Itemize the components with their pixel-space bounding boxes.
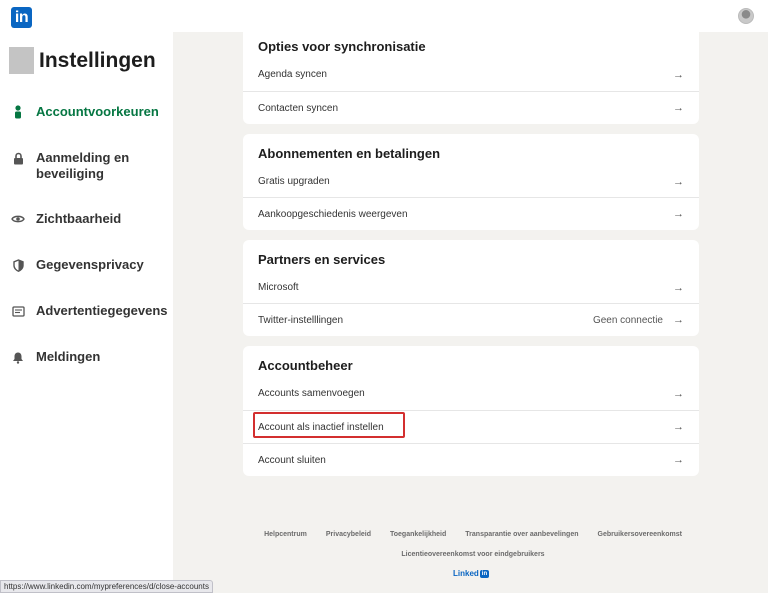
footer-brand-in: in <box>479 569 490 578</box>
highlight-box <box>253 412 405 438</box>
arrow-right-icon: → <box>673 454 684 466</box>
row-agenda-syncen[interactable]: Agenda syncen → <box>243 58 699 91</box>
row-microsoft[interactable]: Microsoft → <box>243 271 699 304</box>
ad-icon <box>10 303 26 319</box>
row-label: Accounts samenvoegen <box>258 388 365 399</box>
section-title: Opties voor synchronisatie <box>258 39 426 54</box>
footer-link-gebruikersovereenkomst[interactable]: Gebruikersovereenkomst <box>598 531 682 538</box>
row-label: Aankoopgeschiedenis weergeven <box>258 208 408 220</box>
footer-link-privacybeleid[interactable]: Privacybeleid <box>326 531 371 538</box>
row-label: Contacten syncen <box>258 102 339 114</box>
footer-link-helpcentrum[interactable]: Helpcentrum <box>264 531 307 538</box>
bell-icon <box>10 349 26 365</box>
sidebar-item-label: Meldingen <box>36 349 101 364</box>
row-label: Agenda syncen <box>258 69 327 80</box>
arrow-right-icon: → <box>673 102 684 114</box>
row-label: Microsoft <box>258 282 299 293</box>
sidebar-item-label: Advertentiegegevens <box>36 303 168 318</box>
row-aankoopgeschiedenis[interactable]: Aankoopgeschiedenis weergeven → <box>243 197 699 230</box>
arrow-right-icon: → <box>673 421 684 433</box>
lock-icon <box>10 150 26 166</box>
shield-icon <box>10 257 26 273</box>
footer-brand-text: Linked <box>453 569 479 578</box>
arrow-right-icon: → <box>673 175 684 188</box>
page-title: Instellingen <box>39 48 156 72</box>
sidebar: Instellingen Accountvoorkeuren Aanmeldin… <box>0 32 173 593</box>
partners-section: Partners en services Microsoft → Twitter… <box>243 240 699 336</box>
row-accounts-samenvoegen[interactable]: Accounts samenvoegen → <box>243 377 699 410</box>
sidebar-item-advertentiegegevens[interactable]: Advertentiegegevens <box>10 303 168 319</box>
profile-thumbnail <box>9 47 34 74</box>
footer-linkedin-logo: Linked in <box>453 569 490 578</box>
person-icon <box>10 104 26 120</box>
row-account-sluiten[interactable]: Account sluiten → <box>243 443 699 476</box>
avatar[interactable] <box>738 8 754 24</box>
sidebar-item-zichtbaarheid[interactable]: Zichtbaarheid <box>10 211 121 227</box>
eye-icon <box>10 211 26 227</box>
subscriptions-section: Abonnementen en betalingen Gratis upgrad… <box>243 134 699 230</box>
top-bar: in <box>0 0 768 32</box>
section-title: Accountbeheer <box>258 358 353 373</box>
row-label: Gratis upgraden <box>258 176 330 187</box>
linkedin-logo[interactable]: in <box>11 7 32 28</box>
status-bar-url: https://www.linkedin.com/mypreferences/d… <box>0 580 213 593</box>
arrow-right-icon: → <box>673 68 684 81</box>
arrow-right-icon: → <box>673 387 684 400</box>
arrow-right-icon: → <box>673 281 684 294</box>
footer-link-licentieovereenkomst[interactable]: Licentieovereenkomst voor eindgebruikers <box>243 551 703 558</box>
connection-status: Geen connectie <box>592 314 663 326</box>
row-contacten-syncen[interactable]: Contacten syncen → <box>243 91 699 124</box>
footer-link-toegankelijkheid[interactable]: Toegankelijkheid <box>390 531 446 538</box>
footer-links: Helpcentrum Privacybeleid Toegankelijkhe… <box>243 531 703 538</box>
footer-link-transparantie[interactable]: Transparantie over aanbevelingen <box>465 531 578 538</box>
row-gratis-upgraden[interactable]: Gratis upgraden → <box>243 165 699 198</box>
sidebar-item-accountvoorkeuren[interactable]: Accountvoorkeuren <box>10 104 159 120</box>
sidebar-item-meldingen[interactable]: Meldingen <box>10 349 100 365</box>
sidebar-item-label: Aanmelding en beveiliging <box>36 150 130 181</box>
row-label: Account sluiten <box>258 454 326 466</box>
account-management-section: Accountbeheer Accounts samenvoegen → Acc… <box>243 346 699 476</box>
sidebar-header: Instellingen <box>9 47 156 74</box>
section-title: Abonnementen en betalingen <box>258 146 441 161</box>
sync-section: Opties voor synchronisatie Agenda syncen… <box>243 30 699 124</box>
arrow-right-icon: → <box>673 314 684 326</box>
sidebar-item-label: Zichtbaarheid <box>36 211 122 226</box>
row-label: Twitter-instelllingen <box>258 314 344 326</box>
arrow-right-icon: → <box>673 208 684 220</box>
sidebar-item-label: Gegevensprivacy <box>36 257 144 272</box>
row-twitter-instellingen[interactable]: Twitter-instelllingen Geen connectie → <box>243 303 699 336</box>
sidebar-item-aanmelding[interactable]: Aanmelding en beveiliging <box>10 150 146 182</box>
sidebar-item-gegevensprivacy[interactable]: Gegevensprivacy <box>10 257 144 273</box>
sidebar-item-label: Accountvoorkeuren <box>36 104 159 119</box>
section-title: Partners en services <box>258 252 386 267</box>
